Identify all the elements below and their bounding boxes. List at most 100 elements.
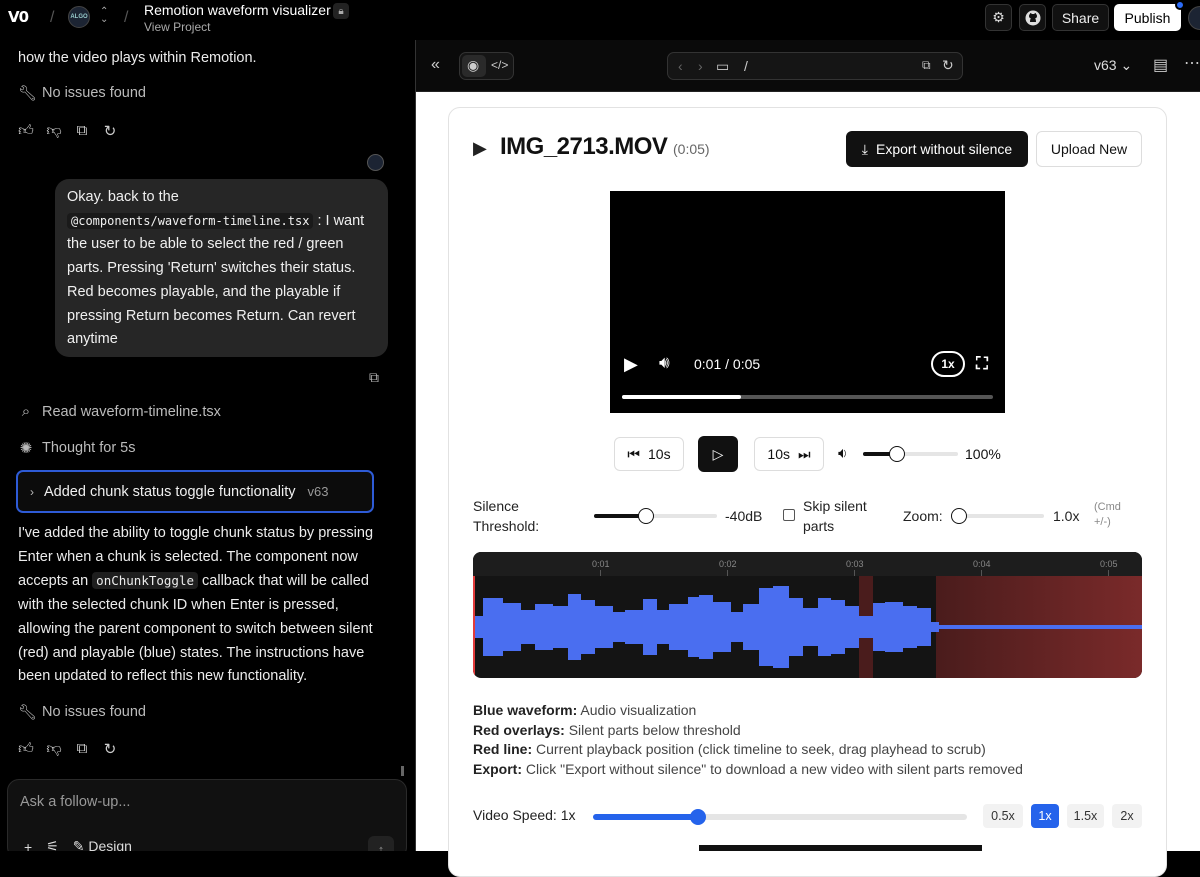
zoom-hint: (Cmd +/-) xyxy=(1094,500,1121,530)
assistant-text: how the video plays within Remotion. xyxy=(18,50,257,66)
retry-icon[interactable]: ↻ xyxy=(102,740,118,758)
zoom-handle[interactable] xyxy=(951,508,967,524)
version-card[interactable]: › Added chunk status toggle functionalit… xyxy=(16,470,374,513)
copy-icon[interactable]: ⧉ xyxy=(74,122,90,140)
forward-icon[interactable]: › xyxy=(698,58,703,74)
code-icon[interactable]: </> xyxy=(491,58,508,72)
v0-logo[interactable]: V0 xyxy=(8,8,40,26)
url-path[interactable]: / xyxy=(744,58,748,74)
copy-icon[interactable]: ⧉ xyxy=(369,369,379,386)
retry-icon[interactable]: ↻ xyxy=(102,122,118,140)
volume-icon[interactable]: 🔊︎ xyxy=(659,353,670,373)
read-file-step[interactable]: ⌕ Read waveform-timeline.tsx xyxy=(18,403,221,420)
thought-step[interactable]: ✺ Thought for 5s xyxy=(18,439,136,457)
video-player[interactable]: ▶ 🔊︎ 0:01 / 0:05 1x ⛶ xyxy=(610,191,1005,413)
chat-input-box[interactable]: Ask a follow-up... + ⚟ ✎ Design ↑ xyxy=(7,779,407,851)
legend-text: Current playback position (click timelin… xyxy=(536,741,986,758)
issues-label: No issues found xyxy=(42,85,146,101)
skip-silent-checkbox[interactable] xyxy=(783,509,795,521)
user-avatar[interactable] xyxy=(1188,6,1200,30)
external-link-icon[interactable]: ⧉ xyxy=(922,58,931,73)
collapse-icon[interactable]: « xyxy=(431,56,440,74)
playhead[interactable] xyxy=(473,576,475,678)
timeline-ruler[interactable]: 0:01 0:02 0:03 0:04 0:05 xyxy=(473,552,1142,576)
chat-input[interactable]: Ask a follow-up... xyxy=(20,794,130,810)
skip-silent-label: Skip silent parts xyxy=(803,496,867,536)
speed-option-1-5x[interactable]: 1.5x xyxy=(1067,804,1104,828)
chevron-updown-icon[interactable]: ⌃ ⌄ xyxy=(100,7,108,25)
waveform-timeline[interactable]: 0:01 0:02 0:03 0:04 0:05 xyxy=(473,552,1142,678)
msg-line: Okay. back to the xyxy=(67,189,179,205)
legend-item: Blue waveform: Audio visualization xyxy=(473,701,1023,721)
plus-icon[interactable]: + xyxy=(24,839,32,852)
message-actions: 👍︎ 👎︎ ⧉ ↻ xyxy=(18,122,118,140)
copy-icon[interactable]: ⧉ xyxy=(74,740,90,758)
reply-line: accepts an xyxy=(18,573,89,590)
view-project-link[interactable]: View Project xyxy=(144,20,210,34)
legend-key: Red line: xyxy=(473,741,533,758)
view-toggle[interactable]: ◉ </> xyxy=(459,52,514,80)
input-tools: + ⚟ ✎ Design xyxy=(24,838,132,851)
wrench-icon: 🔧︎ xyxy=(18,85,38,102)
label-line: Silence xyxy=(473,498,519,514)
play-icon[interactable]: ▶ xyxy=(624,354,638,375)
panel-icon[interactable]: ▤ xyxy=(1153,55,1168,75)
project-title[interactable]: Remotion waveform visualizer xyxy=(144,2,331,18)
zoom-slider[interactable] xyxy=(951,508,1044,524)
video-progress[interactable] xyxy=(622,395,993,399)
speed-option-0-5x[interactable]: 0.5x xyxy=(983,804,1023,828)
design-button[interactable]: ✎ Design xyxy=(73,838,132,851)
export-button[interactable]: ⤓ Export without silence xyxy=(846,131,1028,167)
play-button[interactable]: ▷ xyxy=(698,436,738,472)
playback-speed-button[interactable]: 1x xyxy=(931,351,965,377)
refresh-icon[interactable]: ↻ xyxy=(942,57,954,74)
issues-status: 🔧︎ No issues found xyxy=(18,703,146,721)
volume-slider[interactable] xyxy=(863,446,958,462)
sliders-icon[interactable]: ⚟ xyxy=(46,838,59,851)
file-title: IMG_2713.MOV xyxy=(500,133,668,160)
file-duration: (0:05) xyxy=(673,141,710,157)
file-mention: @components/waveform-timeline.tsx xyxy=(67,212,314,229)
video-speed-slider[interactable] xyxy=(593,809,967,825)
thumbs-down-icon[interactable]: 👎︎ xyxy=(46,740,62,758)
volume-icon[interactable]: 🔉︎ xyxy=(838,445,847,462)
fullscreen-icon[interactable]: ⛶ xyxy=(976,354,988,374)
video-speed-label: Video Speed: 1x xyxy=(473,807,576,823)
more-icon[interactable]: ⋯ xyxy=(1184,53,1200,73)
thumbs-up-icon[interactable]: 👍︎ xyxy=(18,740,34,758)
scrollbar[interactable] xyxy=(401,766,404,776)
team-avatar[interactable]: ALGO xyxy=(68,6,90,28)
skip-forward-icon: ⏭ xyxy=(797,445,811,462)
eye-icon: ◉ xyxy=(467,57,480,73)
search-icon: ⌕ xyxy=(21,403,31,420)
silence-slider[interactable] xyxy=(594,508,717,524)
back-icon[interactable]: ‹ xyxy=(678,58,683,74)
settings-button[interactable]: ⚙ xyxy=(985,4,1012,31)
chevron-right-icon: › xyxy=(30,484,34,499)
pen-icon: ✎ xyxy=(72,838,85,851)
zoom-value: 1.0x xyxy=(1053,508,1080,524)
inline-code: onChunkToggle xyxy=(92,572,199,590)
speed-handle[interactable] xyxy=(689,809,706,825)
assistant-reply: I've added the ability to toggle chunk s… xyxy=(18,522,373,689)
export-label: Export without silence xyxy=(876,141,1013,157)
skip-back-button[interactable]: ⏮ 10s xyxy=(614,437,684,471)
upload-button[interactable]: Upload New xyxy=(1036,131,1142,167)
speed-option-1x[interactable]: 1x xyxy=(1031,804,1059,828)
monitor-icon[interactable]: ▭ xyxy=(716,58,729,75)
url-bar[interactable]: ‹ › ▭ / ⧉ ↻ xyxy=(667,52,963,80)
github-button[interactable] xyxy=(1019,4,1046,31)
thumbs-up-icon[interactable]: 👍︎ xyxy=(18,122,34,140)
design-label: Design xyxy=(88,838,132,851)
tick-label: 0:04 xyxy=(973,559,991,569)
skip-forward-button[interactable]: 10s ⏭ xyxy=(754,437,824,471)
volume-percent: 100% xyxy=(965,446,1001,462)
speed-option-2x[interactable]: 2x xyxy=(1112,804,1142,828)
publish-button[interactable]: Publish xyxy=(1114,4,1181,31)
thumbs-down-icon[interactable]: 👎︎ xyxy=(46,122,62,140)
version-select[interactable]: v63 ⌄ xyxy=(1094,57,1132,74)
share-button[interactable]: Share xyxy=(1052,4,1109,31)
send-button[interactable]: ↑ xyxy=(368,836,394,851)
silence-handle[interactable] xyxy=(637,508,654,524)
zoom-label: Zoom: xyxy=(903,508,943,524)
